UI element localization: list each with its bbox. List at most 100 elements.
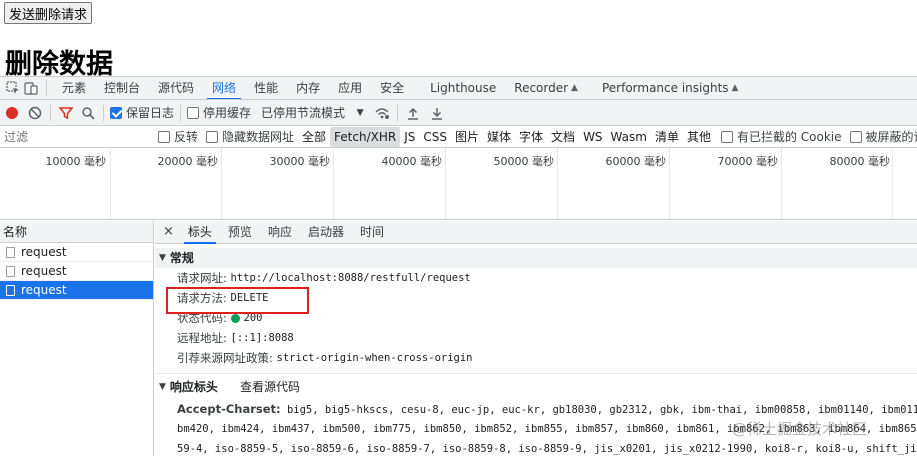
import-har-icon[interactable] <box>404 104 422 122</box>
network-toolbar: 保留日志 停用缓存 已停用节流模式 ▼ <box>0 100 917 126</box>
search-icon[interactable] <box>79 104 97 122</box>
gridline <box>669 148 670 219</box>
request-row-selected[interactable]: request <box>0 281 153 300</box>
filter-type-other[interactable]: 其他 <box>683 127 715 147</box>
filter-input[interactable] <box>0 126 150 147</box>
filter-type-media[interactable]: 媒体 <box>483 127 515 147</box>
gridline <box>445 148 446 219</box>
blocked-requests-checkbox[interactable] <box>849 130 862 143</box>
filter-type-all[interactable]: 全部 <box>298 127 330 147</box>
tab-response[interactable]: 响应 <box>260 221 300 243</box>
timeline-tick-label: 70000 毫秒 <box>717 155 779 168</box>
response-headers-section-header[interactable]: ▼ 响应标头 查看源代码 <box>155 377 917 397</box>
tab-recorder-label: Recorder <box>514 80 569 95</box>
watermark: @稀土掘金技术社区 <box>732 420 868 438</box>
page-heading: 删除数据 <box>5 49 113 80</box>
blocked-requests-label: 被屏蔽的请求 <box>865 130 917 144</box>
request-row[interactable]: request <box>0 243 153 262</box>
record-icon[interactable] <box>3 104 21 122</box>
referrer-policy-row: 引荐来源网址政策: strict-origin-when-cross-origi… <box>155 348 917 368</box>
tab-timing[interactable]: 时间 <box>352 221 392 243</box>
request-name: request <box>21 282 67 297</box>
response-headers-title: 响应标头 <box>169 380 218 394</box>
timeline-tick-label: 60000 毫秒 <box>605 155 667 168</box>
tab-elements[interactable]: 元素 <box>53 77 95 99</box>
divider <box>180 104 182 121</box>
blocked-cookies-label: 有已拦截的 Cookie <box>736 130 842 144</box>
filter-type-css[interactable]: CSS <box>419 127 451 147</box>
send-delete-request-button[interactable]: 发送删除请求 <box>4 2 92 24</box>
request-name: request <box>21 263 67 278</box>
filter-type-js[interactable]: JS <box>400 127 419 147</box>
close-details-icon[interactable]: × <box>161 221 180 243</box>
filter-type-img[interactable]: 图片 <box>451 127 483 147</box>
timeline-tick-label: 50000 毫秒 <box>493 155 555 168</box>
status-code-value: 200 <box>243 312 263 324</box>
filter-type-font[interactable]: 字体 <box>515 127 547 147</box>
tab-performance-insights[interactable]: Performance insights ▲ <box>593 77 747 99</box>
divider <box>46 80 47 96</box>
devtools-tabbar: 元素 控制台 源代码 网络 性能 内存 应用 安全 Lighthouse Rec… <box>0 76 917 100</box>
inspect-element-icon[interactable] <box>4 79 22 97</box>
tab-recorder[interactable]: Recorder ▲ <box>505 77 587 99</box>
view-source-link[interactable]: 查看源代码 <box>240 377 300 397</box>
preserve-log-checkbox[interactable] <box>110 106 122 119</box>
remote-address-value: [::1]:8088 <box>230 332 294 344</box>
tab-console[interactable]: 控制台 <box>95 77 149 99</box>
tab-initiator[interactable]: 启动器 <box>300 221 352 243</box>
tab-lighthouse[interactable]: Lighthouse <box>421 77 505 99</box>
timeline-tick-label: 20000 毫秒 <box>157 155 219 168</box>
preserve-log-label: 保留日志 <box>126 106 175 120</box>
request-url-value: http://localhost:8088/restfull/request <box>230 272 471 284</box>
gridline <box>221 148 222 219</box>
accept-charset-row: Accept-Charset: big5, big5-hkscs, cesu-8… <box>155 399 917 419</box>
device-toolbar-icon[interactable] <box>22 79 40 97</box>
filter-type-doc[interactable]: 文档 <box>547 127 579 147</box>
gridline <box>110 148 111 219</box>
tab-performance[interactable]: 性能 <box>245 77 287 99</box>
tab-network[interactable]: 网络 <box>203 77 245 99</box>
network-conditions-icon[interactable] <box>373 104 391 122</box>
blocked-cookies-checkbox[interactable] <box>720 130 733 143</box>
request-method-value: DELETE <box>230 292 269 304</box>
tab-sources[interactable]: 源代码 <box>149 77 203 99</box>
filter-type-wasm[interactable]: Wasm <box>607 127 651 147</box>
tab-memory[interactable]: 内存 <box>287 77 329 99</box>
hide-data-urls-checkbox[interactable] <box>206 130 219 143</box>
general-section-header[interactable]: ▼ 常规 <box>155 248 917 268</box>
filter-icon[interactable] <box>57 104 75 122</box>
devtools-panel: 元素 控制台 源代码 网络 性能 内存 应用 安全 Lighthouse Rec… <box>0 76 917 456</box>
accept-charset-value-3: 59-4, iso-8859-5, iso-8859-6, iso-8859-7… <box>177 443 917 455</box>
request-row[interactable]: request <box>0 262 153 281</box>
tab-preview[interactable]: 预览 <box>220 221 260 243</box>
network-overview[interactable]: 10000 毫秒 20000 毫秒 30000 毫秒 40000 毫秒 5000… <box>0 148 917 220</box>
status-code-label: 状态代码: <box>177 311 227 325</box>
divider <box>50 104 51 121</box>
export-har-icon[interactable] <box>428 104 446 122</box>
timeline-tick-label: 10000 毫秒 <box>45 155 107 168</box>
experiment-flask-icon: ▲ <box>571 82 578 93</box>
caret-down-icon[interactable]: ▼ <box>351 104 369 122</box>
name-column-header[interactable]: 名称 <box>0 221 153 243</box>
experiment-flask-icon: ▲ <box>731 82 739 93</box>
tab-headers[interactable]: 标头 <box>180 221 220 244</box>
clear-icon[interactable] <box>26 104 44 122</box>
remote-address-row: 远程地址: [::1]:8088 <box>155 328 917 348</box>
tab-application[interactable]: 应用 <box>329 77 371 99</box>
accept-charset-value-1: big5, big5-hkscs, cesu-8, euc-jp, euc-kr… <box>286 404 917 416</box>
referrer-policy-label: 引荐来源网址政策: <box>177 351 273 365</box>
tab-security[interactable]: 安全 <box>371 77 413 99</box>
filter-type-fetch-xhr[interactable]: Fetch/XHR <box>330 126 401 147</box>
disable-cache-checkbox[interactable] <box>187 106 200 119</box>
invert-checkbox[interactable] <box>158 130 170 143</box>
filter-type-ws[interactable]: WS <box>579 127 606 147</box>
filter-type-manifest[interactable]: 清单 <box>651 127 683 147</box>
request-method-label: 请求方法: <box>177 291 227 305</box>
request-method-row: 请求方法: DELETE <box>155 288 917 308</box>
status-code-row: 状态代码: 200 <box>155 308 917 328</box>
request-name: request <box>21 244 67 259</box>
throttling-select[interactable]: 已停用节流模式 <box>261 104 345 121</box>
accept-charset-label: Accept-Charset: <box>177 402 281 416</box>
gridline <box>892 148 893 219</box>
document-icon <box>6 265 15 277</box>
